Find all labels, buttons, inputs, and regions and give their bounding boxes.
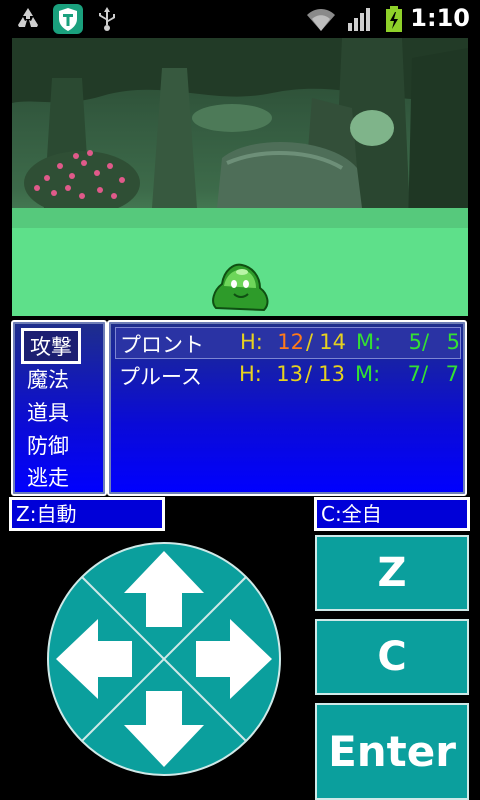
- hp-separator: /: [306, 330, 314, 354]
- command-defend[interactable]: 防御: [27, 430, 69, 460]
- mp-current: 7: [407, 362, 421, 386]
- z-mode-text: Z:自動: [12, 500, 162, 528]
- c-button[interactable]: C: [315, 619, 469, 695]
- recycle-icon: [18, 8, 38, 27]
- command-magic[interactable]: 魔法: [27, 364, 69, 394]
- mp-max: 5: [446, 330, 460, 354]
- hp-max: 13: [318, 362, 345, 386]
- mp-current: 5: [408, 330, 422, 354]
- battle-scene: [12, 38, 468, 316]
- z-button[interactable]: Z: [315, 535, 469, 611]
- dpad: [47, 542, 281, 776]
- c-mode-label: C:全自: [314, 497, 470, 531]
- enter-button[interactable]: Enter: [315, 703, 469, 800]
- hp-max: 14: [319, 330, 346, 354]
- shield-t-icon: [53, 4, 83, 34]
- clock: 1:10: [410, 4, 470, 32]
- member-name: プルース: [119, 365, 202, 389]
- command-escape[interactable]: 逃走: [27, 462, 69, 492]
- z-mode-label: Z:自動: [9, 497, 165, 531]
- status-bar: 1:10: [0, 0, 480, 38]
- command-item[interactable]: 道具: [27, 397, 69, 427]
- command-menu: 攻撃 魔法 道具 防御 逃走: [11, 320, 107, 496]
- c-mode-text: C:全自: [317, 500, 467, 528]
- mp-label: M:: [356, 330, 382, 354]
- green-slime-enemy[interactable]: [208, 260, 272, 314]
- hp-label: H:: [239, 362, 262, 386]
- mp-separator: /: [422, 330, 430, 354]
- signal-icon: [348, 8, 370, 31]
- battery-charging-icon: [386, 6, 402, 32]
- hp-label: H:: [240, 330, 263, 354]
- mp-max: 7: [445, 362, 459, 386]
- member-name: プロント: [120, 333, 204, 357]
- hp-separator: /: [305, 362, 313, 386]
- wifi-icon: [307, 9, 335, 31]
- hp-current: 12: [277, 330, 304, 354]
- party-member-row[interactable]: プルース H: 13 / 13 M: 7 / 7: [115, 360, 459, 390]
- mp-separator: /: [421, 362, 429, 386]
- command-attack[interactable]: 攻撃: [21, 328, 81, 364]
- hp-current: 13: [276, 362, 303, 386]
- party-status-panel: プロント H: 12 / 14 M: 5 / 5 プルース H: 13 / 13…: [107, 320, 467, 496]
- usb-icon: [99, 7, 115, 31]
- party-member-row[interactable]: プロント H: 12 / 14 M: 5 / 5: [115, 327, 461, 359]
- mp-label: M:: [355, 362, 381, 386]
